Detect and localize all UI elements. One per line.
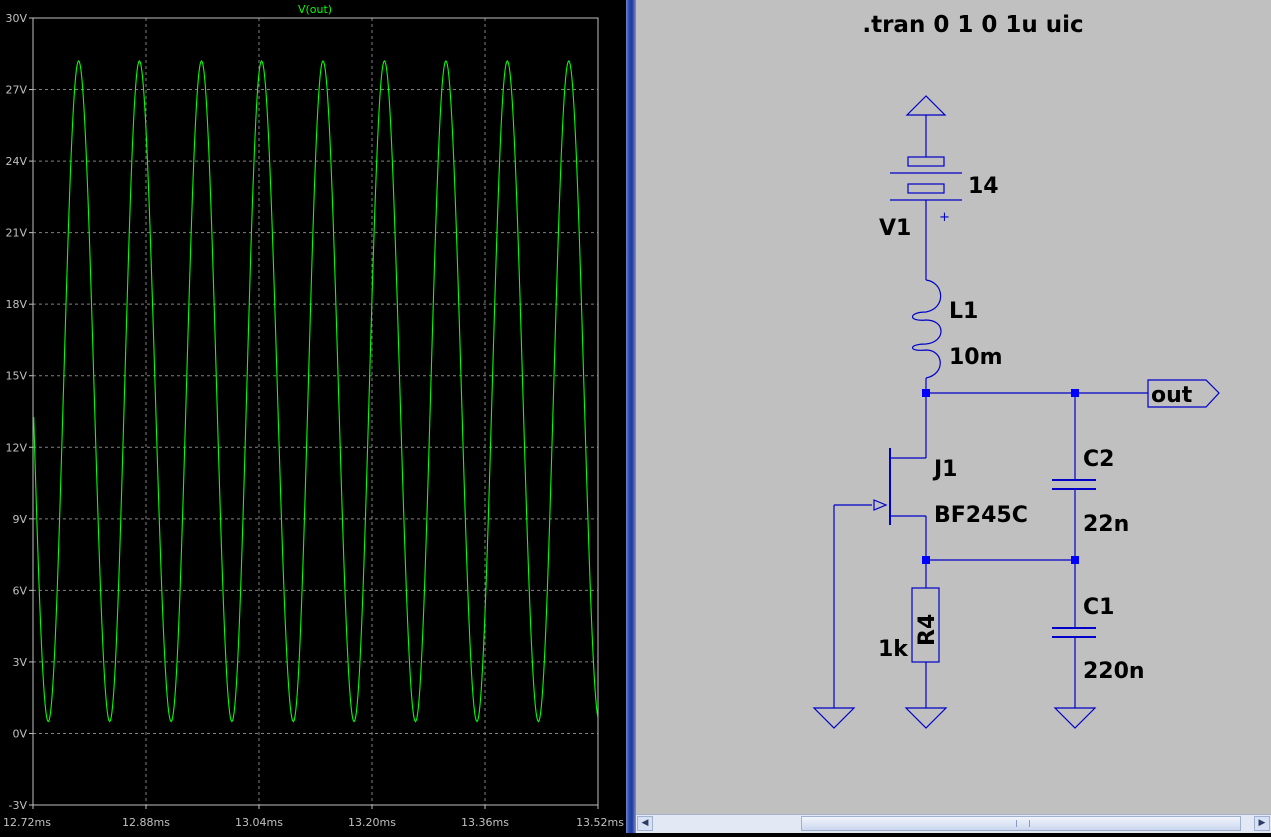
l1-ref[interactable]: L1 — [949, 299, 978, 324]
x-tick-label: 13.20ms — [348, 816, 396, 829]
y-tick-label: -3V — [9, 799, 28, 812]
v1-value[interactable]: 14 — [968, 174, 999, 199]
c1-value[interactable]: 220n — [1083, 659, 1145, 684]
l1-value[interactable]: 10m — [949, 345, 1003, 370]
plot-frame — [32, 17, 599, 806]
y-tick-label: 3V — [12, 656, 27, 669]
ground-c1-icon — [1053, 707, 1097, 729]
jfet-gate-arrow-icon — [873, 499, 888, 511]
out-net-label[interactable]: out — [1151, 383, 1193, 408]
battery-plate-bottom — [907, 183, 945, 194]
x-tick-label: 12.88ms — [122, 816, 170, 829]
c2-ref[interactable]: C2 — [1083, 447, 1114, 472]
scroll-grip-icon — [1016, 820, 1030, 827]
y-tick-label: 30V — [5, 12, 27, 25]
battery-plate-top — [907, 156, 945, 167]
j1-model[interactable]: BF245C — [934, 503, 1028, 528]
junction-dot — [1071, 556, 1079, 564]
simulation-directive[interactable]: .tran 0 1 0 1u uic — [862, 12, 1083, 38]
x-tick-label: 12.72ms — [3, 816, 51, 829]
x-tick-label: 13.52ms — [576, 816, 624, 829]
y-tick-label: 0V — [12, 727, 27, 740]
c2-value[interactable]: 22n — [1083, 512, 1129, 537]
r4-value[interactable]: 1k — [878, 637, 909, 662]
y-tick-label: 12V — [5, 441, 27, 454]
trace-vout — [33, 60, 599, 723]
pane-splitter[interactable] — [626, 0, 636, 833]
y-axis-ticks: 30V 27V 24V 21V 18V 15V 12V 9V 6V 3V 0V -3V — [5, 12, 33, 812]
schematic-pane[interactable]: .tran 0 1 0 1u uic 14 V1 + L1 10m out J1… — [636, 0, 1271, 833]
r4-ref[interactable]: R4 — [915, 614, 940, 646]
waveform-plot[interactable]: V(out) 30V27V24V21V18V15V12V9V6V3V0V-3V … — [0, 0, 626, 833]
scroll-right-arrow-icon[interactable]: ▶ — [1254, 816, 1270, 831]
ground-gate-icon — [812, 707, 856, 729]
x-tick-label: 13.04ms — [235, 816, 283, 829]
trace-line-vout[interactable] — [33, 60, 599, 723]
junction-dot — [922, 556, 930, 564]
y-tick-label: 27V — [5, 84, 27, 97]
y-tick-label: 21V — [5, 227, 27, 240]
supply-flag-icon — [905, 95, 947, 116]
waveform-pane[interactable]: V(out) 30V 27V 24V 21V 18V 15V 12V 9V 6V 3V 0V -3V … — [0, 0, 626, 833]
inductor-l1-icon — [911, 279, 942, 379]
junction-dot — [922, 389, 930, 397]
x-axis-ticks: 12.72ms 12.88ms 13.04ms 13.20ms 13.36ms 13.52… — [3, 805, 624, 829]
trace-label[interactable]: V(out) — [298, 3, 332, 16]
j1-ref[interactable]: J1 — [932, 457, 958, 482]
y-tick-label: 24V — [5, 155, 27, 168]
y-tick-label: 18V — [5, 298, 27, 311]
v1-ref[interactable]: V1 — [879, 216, 911, 241]
y-tick-label: 15V — [5, 370, 27, 383]
scroll-left-arrow-icon[interactable]: ◀ — [637, 816, 653, 831]
c1-ref[interactable]: C1 — [1083, 595, 1114, 620]
v1-plus-sign: + — [939, 210, 950, 225]
grid — [33, 18, 598, 805]
horizontal-scrollbar[interactable]: ◀ ▶ — [636, 814, 1271, 833]
junction-dot — [1071, 389, 1079, 397]
ground-r4-icon — [904, 707, 948, 729]
x-tick-label: 13.36ms — [461, 816, 509, 829]
y-tick-label: 6V — [12, 584, 27, 597]
scroll-thumb[interactable] — [801, 816, 1241, 831]
schematic-canvas[interactable]: .tran 0 1 0 1u uic 14 V1 + L1 10m out J1… — [636, 0, 1271, 814]
y-tick-label: 9V — [12, 513, 27, 526]
